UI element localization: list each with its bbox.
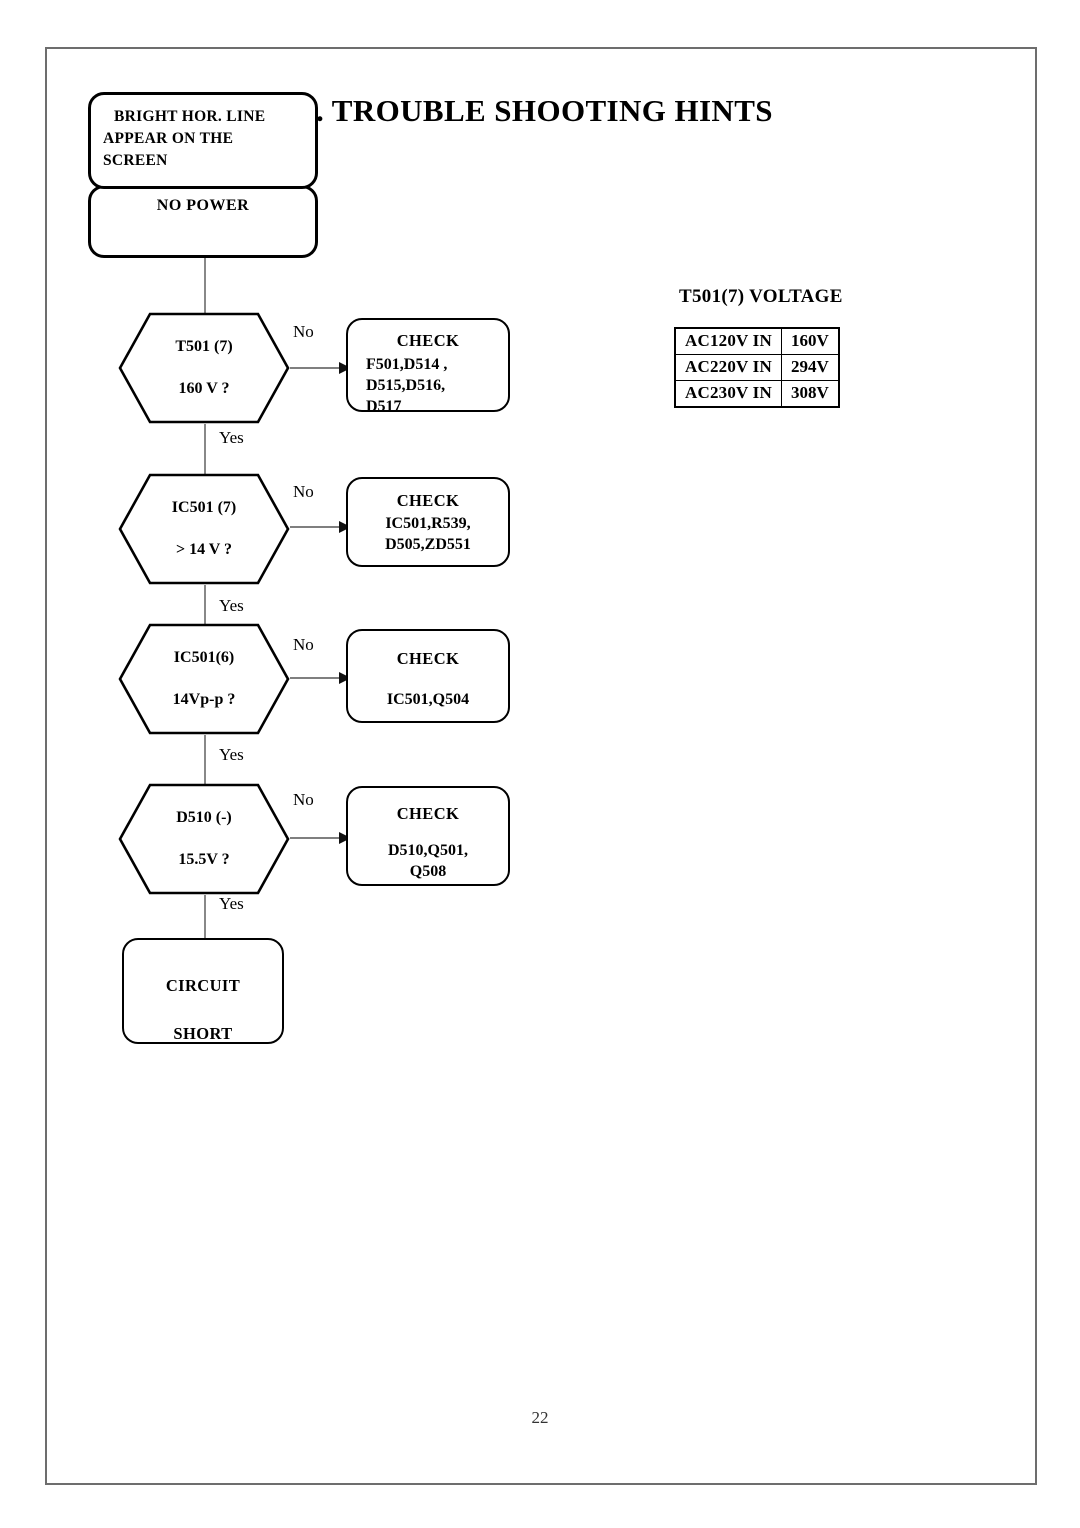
edge-label-no-1: No — [293, 322, 314, 341]
table-cell-output: 294V — [780, 354, 840, 381]
table-cell-input: AC120V IN — [674, 327, 782, 355]
check-line-2: Q508 — [409, 863, 447, 880]
table-cell-output: 308V — [780, 380, 840, 408]
check-title: CHECK — [396, 331, 460, 350]
symptom-line-3: SCREEN — [103, 152, 168, 169]
check-line-2: D515,D516, — [366, 377, 446, 394]
symptom-line-1: BRIGHT HOR. LINE — [114, 108, 266, 125]
result-line-2: SHORT — [173, 1024, 233, 1043]
decision-t501: T501 (7) 160 V ? — [118, 312, 290, 424]
check-title: CHECK — [396, 649, 460, 668]
result-box-circuit-short: CIRCUIT SHORT — [122, 938, 284, 1044]
table-cell-input: AC230V IN — [674, 380, 782, 408]
check-box-2: CHECK IC501,R539, D505,ZD551 — [346, 477, 510, 567]
check-box-1: CHECK F501,D514 , D515,D516, D517 — [346, 318, 510, 415]
check-line-3: D517 — [366, 398, 402, 415]
check-line-1: IC501,R539, — [385, 515, 471, 532]
table-row: AC220V IN 294V — [674, 354, 840, 381]
result-text: CIRCUIT SHORT — [124, 962, 282, 1058]
check-body: IC501,Q504 — [348, 689, 508, 710]
check-line-1: F501,D514 , — [366, 356, 448, 373]
voltage-table-title: T501(7) VOLTAGE — [679, 286, 843, 307]
table-cell-output: 160V — [780, 327, 840, 355]
page-number: 22 — [531, 1408, 549, 1427]
result-line-1: CIRCUIT — [165, 976, 241, 995]
edge-label-no-3: No — [293, 635, 314, 654]
condition-box-no-power: NO POWER — [88, 185, 318, 258]
check-body: D510,Q501, Q508 — [348, 840, 508, 882]
check-title: CHECK — [396, 491, 460, 510]
decision-ic501-pin7: IC501 (7) > 14 V ? — [118, 473, 290, 585]
decision-ic501-pin6: IC501(6) 14Vp-p ? — [118, 623, 290, 735]
symptom-box: BRIGHT HOR. LINE APPEAR ON THE SCREEN — [88, 92, 318, 189]
table-cell-input: AC220V IN — [674, 354, 782, 381]
check-line-1: D510,Q501, — [388, 842, 468, 859]
edge-label-no-2: No — [293, 482, 314, 501]
check-body: IC501,R539, D505,ZD551 — [348, 513, 508, 555]
edge-label-no-4: No — [293, 790, 314, 809]
check-body: F501,D514 , D515,D516, D517 — [348, 354, 508, 417]
table-row: AC120V IN 160V — [674, 327, 840, 355]
check-box-4: CHECK D510,Q501, Q508 — [346, 786, 510, 886]
check-box-3: CHECK IC501,Q504 — [346, 629, 510, 723]
symptom-text: BRIGHT HOR. LINE APPEAR ON THE SCREEN — [91, 106, 315, 172]
condition-label: NO POWER — [156, 197, 250, 214]
voltage-table: AC120V IN 160V AC220V IN 294V AC230V IN … — [674, 327, 840, 408]
table-row: AC230V IN 308V — [674, 380, 840, 408]
check-line-2: D505,ZD551 — [385, 536, 471, 553]
edge-label-yes-1: Yes — [219, 428, 244, 447]
check-line-1: IC501,Q504 — [386, 691, 470, 708]
symptom-line-2: APPEAR ON THE — [103, 130, 234, 147]
edge-label-yes-4: Yes — [219, 894, 244, 913]
edge-label-yes-2: Yes — [219, 596, 244, 615]
edge-label-yes-3: Yes — [219, 745, 244, 764]
decision-d510: D510 (-) 15.5V ? — [118, 783, 290, 895]
check-title: CHECK — [396, 804, 460, 823]
